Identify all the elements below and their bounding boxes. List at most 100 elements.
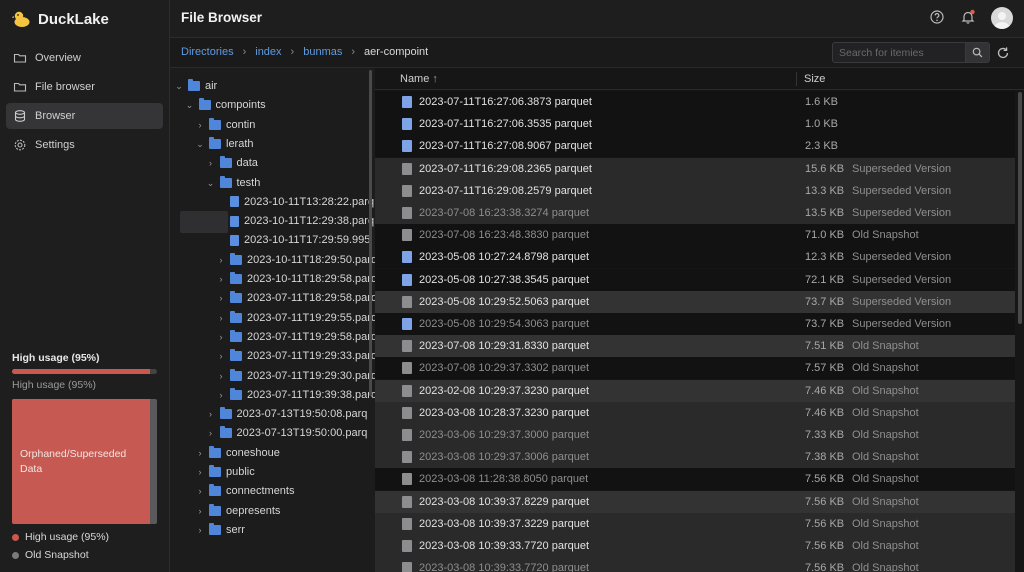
file-name-cell: 2023-05-08 10:27:38.3545 parquet (419, 273, 590, 286)
tree-folder-item[interactable]: ⌄ compoints (186, 95, 266, 115)
chevron-down-icon[interactable]: ⌄ (175, 82, 183, 91)
table-row[interactable]: 2023-07-11T16:29:08.2365 parquet 15.6 KB S… (375, 157, 1015, 180)
file-size-cell: 7.56 KB (805, 540, 845, 552)
table-row[interactable]: 2023-05-08 10:27:38.3545 parquet 72.1 KB S… (375, 268, 1015, 291)
sidebar-item-overview[interactable]: Overview (6, 45, 163, 71)
column-header-size[interactable]: Size (804, 73, 825, 85)
table-row[interactable]: 2023-03-08 11:28:38.8050 parquet 7.56 KB O… (375, 468, 1015, 491)
tree-folder-item[interactable]: › 2023-07-11T19:29:30.parq (217, 366, 375, 386)
chevron-down-icon[interactable]: ⌄ (186, 101, 194, 110)
table-row[interactable]: 2023-07-11T16:27:06.3873 parquet 1.6 KB (375, 91, 1015, 113)
tree-file-item[interactable]: 2023-10-11T12:29:38.parq (217, 211, 374, 231)
sidebar-item-settings[interactable]: Settings (6, 132, 163, 158)
breadcrumb-link[interactable]: index (255, 46, 281, 58)
brand[interactable]: DuckLake (12, 8, 109, 30)
tree-folder-item[interactable]: › public (196, 462, 255, 482)
table-row[interactable]: 2023-07-08 16:23:48.3830 parquet 71.0 KB O… (375, 224, 1015, 247)
sidebar-item-file-browser[interactable]: File browser (6, 74, 163, 100)
chevron-right-icon[interactable]: › (196, 525, 204, 534)
chevron-down-icon[interactable]: ⌄ (196, 139, 204, 148)
tree-folder-item[interactable]: › 2023-10-11T18:29:50.parq (217, 250, 375, 270)
tree-item-label: 2023-10-11T12:29:38.parq (244, 215, 375, 228)
usage-treemap-label: Orphaned/Superseded Data (20, 448, 127, 475)
table-row[interactable]: 2023-03-08 10:29:37.3006 parquet 7.38 KB O… (375, 446, 1015, 469)
chevron-right-icon[interactable]: › (217, 332, 225, 341)
tree-folder-item[interactable]: › connectments (196, 481, 294, 501)
tree-file-item[interactable]: 2023-10-11T17:29:59.995 (217, 230, 370, 250)
tree-folder-item[interactable]: › 2023-07-11T19:39:38.parq (217, 385, 375, 405)
tree-folder-item[interactable]: › 2023-07-11T19:29:55.parq (217, 308, 375, 328)
table-scrollbar[interactable] (1018, 92, 1022, 324)
sidebar-item-browser[interactable]: Browser (6, 103, 163, 129)
tree-file-item[interactable]: 2023-10-11T13:28:22.parq (217, 192, 374, 212)
table-row[interactable]: 2023-03-08 10:39:37.3229 parquet 7.56 KB O… (375, 512, 1015, 535)
file-status-cell: Superseded Version (852, 162, 952, 175)
table-row[interactable]: 2023-07-11T16:27:06.3535 parquet 1.0 KB (375, 113, 1015, 136)
table-row[interactable]: 2023-03-08 10:39:33.7720 parquet 7.56 KB O… (375, 557, 1015, 572)
table-row[interactable]: 2023-03-08 10:39:33.7720 parquet 7.56 KB O… (375, 535, 1015, 557)
chevron-right-icon[interactable]: › (217, 313, 225, 322)
page-title: File Browser (181, 10, 263, 25)
file-icon (402, 295, 412, 308)
chevron-right-icon[interactable]: › (207, 410, 215, 419)
tree-folder-item[interactable]: › serr (196, 520, 245, 540)
table-row[interactable]: 2023-03-06 10:29:37.3000 parquet 7.33 KB O… (375, 424, 1015, 446)
chevron-right-icon[interactable]: › (217, 390, 225, 399)
table-row[interactable]: 2023-02-08 10:29:37.3230 parquet 7.46 KB O… (375, 379, 1015, 402)
avatar[interactable] (991, 7, 1013, 29)
refresh-icon[interactable] (996, 46, 1010, 60)
column-header-name-label: Name (400, 73, 430, 85)
tree-folder-item[interactable]: › oepresents (196, 501, 280, 521)
table-row[interactable]: 2023-07-08 10:29:31.8330 parquet 7.51 KB O… (375, 335, 1015, 358)
search-input[interactable] (839, 46, 959, 60)
tree-folder-item[interactable]: › 2023-10-11T18:29:58.parq (217, 269, 375, 289)
table-row[interactable]: 2023-07-11T16:29:08.2579 parquet 13.3 KB S… (375, 179, 1015, 202)
chevron-down-icon[interactable]: ⌄ (207, 178, 215, 187)
tree-folder-item[interactable]: ⌄ air (175, 76, 217, 96)
search-button[interactable] (965, 43, 989, 62)
table-row[interactable]: 2023-05-08 10:29:52.5063 parquet 73.7 KB S… (375, 290, 1015, 313)
bell-icon[interactable] (960, 9, 976, 25)
tree-folder-item[interactable]: ⌄ testh (207, 173, 260, 193)
help-icon[interactable] (929, 9, 945, 25)
chevron-right-icon[interactable]: › (196, 506, 204, 515)
chevron-right-icon[interactable]: › (207, 429, 215, 438)
tree-folder-item[interactable]: › coneshoue (196, 443, 280, 463)
table-row[interactable]: 2023-07-08 16:23:38.3274 parquet 13.5 KB S… (375, 202, 1015, 224)
table-row[interactable]: 2023-03-08 10:28:37.3230 parquet 7.46 KB O… (375, 401, 1015, 424)
chevron-right-icon[interactable]: › (217, 352, 225, 361)
table-row[interactable]: 2023-05-08 10:27:24.8798 parquet 12.3 KB S… (375, 246, 1015, 269)
tree-folder-item[interactable]: › 2023-07-13T19:50:00.parq (207, 423, 367, 443)
tree-folder-item[interactable]: › contin (196, 115, 255, 135)
folder-icon (209, 522, 221, 535)
chevron-right-icon[interactable]: › (196, 487, 204, 496)
file-size-cell: 12.3 KB (805, 251, 845, 264)
breadcrumb-link[interactable]: Directories (181, 46, 234, 58)
chevron-right-icon[interactable]: › (196, 448, 204, 457)
column-header-name[interactable]: Name ↑ (400, 73, 438, 85)
file-status-cell: Old Snapshot (852, 229, 919, 242)
file-status-cell: Superseded Version (852, 207, 952, 219)
chevron-right-icon[interactable]: › (207, 159, 215, 168)
tree-scrollbar[interactable] (369, 70, 372, 396)
table-row[interactable]: 2023-05-08 10:29:54.3063 parquet 73.7 KB S… (375, 313, 1015, 335)
chevron-right-icon[interactable]: › (217, 275, 225, 284)
file-icon (402, 562, 412, 572)
tree-folder-item[interactable]: › data (207, 153, 258, 173)
chevron-right-icon[interactable]: › (217, 294, 225, 303)
file-status-cell: Old Snapshot (852, 429, 919, 441)
table-row[interactable]: 2023-07-08 10:29:37.3302 parquet 7.57 KB O… (375, 357, 1015, 380)
tree-folder-item[interactable]: › 2023-07-11T19:29:33.parq (217, 346, 375, 366)
breadcrumb-link[interactable]: bunmas (303, 46, 342, 58)
tree-folder-item[interactable]: › 2023-07-11T18:29:58.parq (217, 288, 375, 308)
chevron-right-icon[interactable]: › (217, 255, 225, 264)
chevron-right-icon[interactable]: › (217, 371, 225, 380)
tree-folder-item[interactable]: › 2023-07-11T19:29:58.parq (217, 327, 375, 347)
user-icon (994, 12, 1010, 29)
tree-folder-item[interactable]: › 2023-07-13T19:50:08.parq (207, 404, 367, 424)
chevron-right-icon[interactable]: › (196, 120, 204, 129)
tree-folder-item[interactable]: ⌄ lerath (196, 134, 254, 154)
table-row[interactable]: 2023-07-11T16:27:08.9067 parquet 2.3 KB (375, 135, 1015, 158)
table-row[interactable]: 2023-03-08 10:39:37.8229 parquet 7.56 KB O… (375, 490, 1015, 513)
chevron-right-icon[interactable]: › (196, 468, 204, 477)
